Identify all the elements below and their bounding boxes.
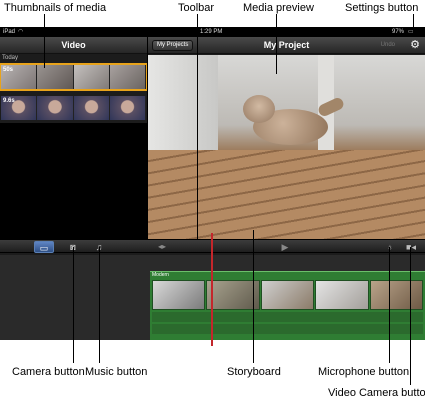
media-browser-header: Video bbox=[0, 37, 147, 54]
clock: 1:29 PM bbox=[200, 29, 223, 35]
storyboard-clip[interactable] bbox=[315, 280, 369, 310]
media-thumbnail-strip[interactable]: 9.6s bbox=[1, 96, 146, 120]
thumbnail-frame bbox=[109, 65, 146, 89]
leader-line-storyboard bbox=[253, 230, 254, 363]
cat-head bbox=[243, 95, 275, 123]
callout-music-button: Music button bbox=[85, 366, 148, 378]
video-camera-icon[interactable]: ■◂ bbox=[403, 241, 419, 253]
theme-label: Modern bbox=[152, 272, 169, 278]
thumbnail-frame bbox=[109, 96, 146, 120]
callout-storyboard: Storyboard bbox=[227, 366, 281, 378]
callout-video-camera-button: Video Camera button bbox=[328, 387, 425, 399]
leader-line-camera bbox=[73, 247, 74, 363]
play-icon[interactable]: ▶ bbox=[278, 241, 292, 253]
thumbnail-frame bbox=[37, 96, 74, 120]
leader-line-music bbox=[99, 247, 100, 363]
leader-line-media-preview bbox=[276, 14, 277, 74]
storyboard-clip[interactable] bbox=[152, 280, 206, 310]
gear-icon[interactable]: ⚙ bbox=[410, 40, 420, 51]
audio-lane bbox=[152, 324, 423, 334]
storyboard-clip[interactable] bbox=[260, 280, 315, 310]
callout-thumbnails: Thumbnails of media bbox=[4, 2, 107, 14]
thumbnail-frame bbox=[73, 65, 110, 89]
clip-duration: 50s bbox=[3, 67, 14, 73]
media-preview[interactable] bbox=[148, 55, 425, 239]
callout-media-preview: Media preview bbox=[243, 2, 314, 14]
callout-camera-button: Camera button bbox=[12, 366, 85, 378]
callout-microphone-button: Microphone button bbox=[318, 366, 410, 378]
section-today: Today bbox=[2, 55, 19, 61]
leader-line-settings bbox=[413, 14, 414, 34]
leader-line-video-camera bbox=[410, 247, 411, 385]
preview-cat bbox=[243, 95, 346, 155]
storyboard-clip[interactable] bbox=[369, 280, 424, 310]
status-bar: iPad ◠ 1:29 PM 97% ▭ bbox=[0, 27, 425, 37]
device-label: iPad bbox=[3, 29, 16, 35]
leader-line-microphone bbox=[389, 247, 390, 363]
thumbnail-frame bbox=[37, 65, 74, 89]
clip-duration: 9.6s bbox=[3, 98, 15, 104]
callout-toolbar: Toolbar bbox=[178, 2, 215, 14]
leader-line-toolbar bbox=[197, 14, 198, 239]
callout-settings-button: Settings button bbox=[345, 2, 419, 14]
wifi-icon: ◠ bbox=[18, 29, 24, 35]
microphone-icon[interactable]: ♁ bbox=[383, 241, 397, 253]
playhead[interactable] bbox=[211, 233, 213, 346]
media-browser-empty-area bbox=[0, 123, 147, 239]
audio-lane bbox=[152, 312, 423, 322]
storyboard-clip[interactable] bbox=[206, 280, 260, 310]
media-browser-title: Video bbox=[61, 40, 86, 50]
storyboard-clips bbox=[152, 280, 424, 310]
battery-level: 97% bbox=[392, 29, 405, 35]
video-mode-icon[interactable]: ▭ bbox=[34, 241, 54, 253]
undo-button[interactable]: Undo bbox=[381, 37, 395, 54]
project-header: My Projects My Project Undo ⚙ bbox=[148, 37, 425, 54]
storyboard[interactable]: Modern bbox=[150, 271, 425, 340]
thumbnail-frame bbox=[73, 96, 110, 120]
my-projects-button[interactable]: My Projects bbox=[152, 40, 194, 51]
preview-scene-floor bbox=[148, 150, 425, 239]
project-title: My Project bbox=[263, 40, 310, 50]
media-thumbnail-strip[interactable]: 50s bbox=[0, 63, 148, 91]
cat-tail bbox=[316, 96, 346, 118]
leader-line-thumbnails bbox=[44, 14, 45, 68]
scrub-arrows-icon[interactable]: ◂▸ bbox=[152, 241, 172, 253]
